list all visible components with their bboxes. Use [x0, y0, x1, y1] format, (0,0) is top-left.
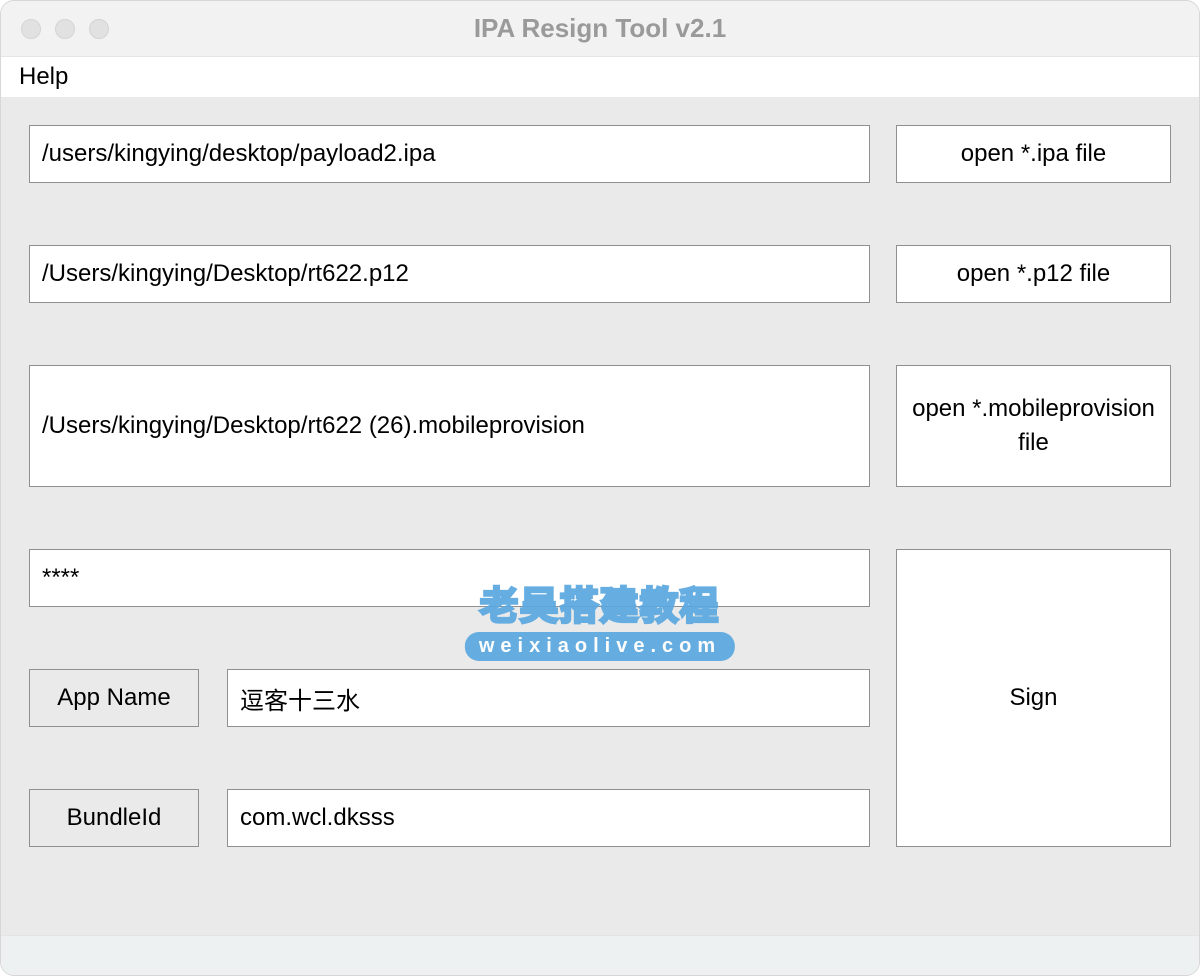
app-window: IPA Resign Tool v2.1 Help /users/kingyin…	[0, 0, 1200, 976]
mobileprovision-path-input[interactable]: /Users/kingying/Desktop/rt622 (26).mobil…	[29, 365, 870, 487]
password-input[interactable]: ****	[29, 549, 870, 607]
minimize-icon[interactable]	[55, 19, 75, 39]
app-name-input[interactable]: 逗客十三水	[227, 669, 870, 727]
menu-help[interactable]: Help	[13, 59, 74, 95]
status-bar	[1, 935, 1199, 975]
open-mobileprovision-button[interactable]: open *.mobileprovision file	[896, 365, 1171, 487]
open-ipa-button[interactable]: open *.ipa file	[896, 125, 1171, 183]
menu-bar: Help	[1, 57, 1199, 97]
traffic-lights	[1, 19, 109, 39]
bundle-id-input[interactable]: com.wcl.dksss	[227, 789, 870, 847]
content-area: /users/kingying/desktop/payload2.ipa ope…	[1, 97, 1199, 935]
p12-path-input[interactable]: /Users/kingying/Desktop/rt622.p12	[29, 245, 870, 303]
app-name-label: App Name	[29, 669, 199, 727]
close-icon[interactable]	[21, 19, 41, 39]
sign-button[interactable]: Sign	[896, 549, 1171, 847]
ipa-path-input[interactable]: /users/kingying/desktop/payload2.ipa	[29, 125, 870, 183]
zoom-icon[interactable]	[89, 19, 109, 39]
window-title: IPA Resign Tool v2.1	[1, 13, 1199, 44]
bundle-id-label: BundleId	[29, 789, 199, 847]
open-p12-button[interactable]: open *.p12 file	[896, 245, 1171, 303]
title-bar: IPA Resign Tool v2.1	[1, 1, 1199, 57]
